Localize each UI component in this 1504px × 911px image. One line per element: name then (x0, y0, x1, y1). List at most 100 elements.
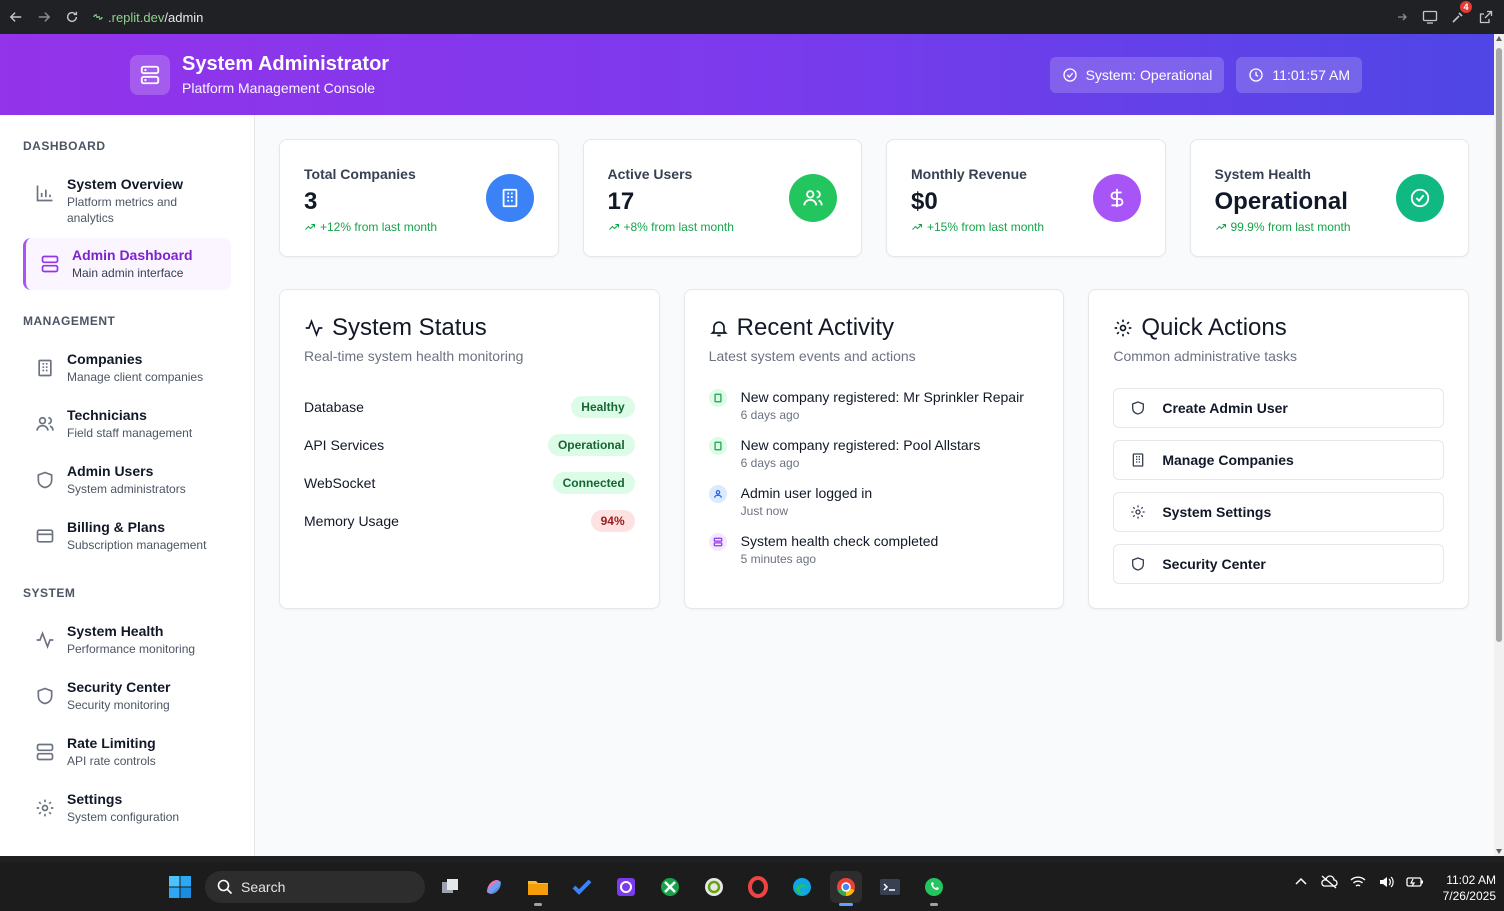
users-icon (35, 414, 55, 434)
trend-up-icon (305, 224, 315, 230)
dollar-icon (1092, 174, 1141, 222)
sidebar-item-companies[interactable]: Companies Manage client companies (23, 342, 231, 394)
scroll-up-icon[interactable] (1496, 36, 1502, 41)
server-icon (708, 533, 727, 551)
panel-subtitle: Real-time system health monitoring (304, 348, 524, 364)
manage-companies-button[interactable]: Manage Companies (1113, 440, 1444, 480)
stat-trend: +8% from last month (608, 220, 734, 234)
stat-trend-text: 99.9% from last month (1230, 220, 1351, 234)
sidebar-item-label: Technicians (67, 407, 147, 423)
task-view-icon[interactable] (434, 871, 466, 903)
whatsapp-icon[interactable] (918, 871, 950, 906)
create-admin-user-button[interactable]: Create Admin User (1113, 388, 1444, 428)
sidebar-item-label: Settings (67, 791, 123, 807)
activity-item: New company registered: Mr Sprinkler Rep… (708, 388, 1040, 422)
forward-icon[interactable] (30, 3, 58, 31)
status-label: WebSocket (304, 475, 376, 491)
sidebar-item-desc: Performance monitoring (67, 642, 196, 656)
onedrive-offline-icon[interactable] (1320, 875, 1338, 889)
status-row-websocket: WebSocket Connected (304, 464, 635, 502)
chevron-up-icon[interactable] (1294, 875, 1308, 889)
scroll-down-icon[interactable] (1496, 849, 1502, 854)
sidebar-item-label: Security Center (67, 679, 171, 695)
volume-icon[interactable] (1378, 875, 1394, 889)
stat-label: System Health (1214, 166, 1311, 182)
search-label: Search (241, 879, 286, 895)
gear-icon (1130, 504, 1146, 520)
stat-trend-text: +12% from last month (320, 220, 438, 234)
photos-app-icon[interactable] (610, 871, 642, 903)
sidebar-item-label: System Overview (67, 176, 183, 192)
status-row-memory: Memory Usage 94% (304, 502, 635, 540)
credit-card-icon (35, 526, 55, 546)
stat-value: 3 (304, 188, 318, 215)
xbox-icon[interactable] (654, 871, 686, 903)
battery-icon[interactable] (1406, 875, 1424, 889)
panel-subtitle: Latest system events and actions (708, 348, 916, 364)
scrollbar-thumb[interactable] (1496, 48, 1502, 642)
terminal-icon[interactable] (874, 871, 906, 903)
panel-title: Quick Actions (1113, 314, 1444, 342)
sidebar-section-title: MANAGEMENT (23, 314, 116, 328)
server-icon (35, 742, 55, 762)
button-label: Security Center (1162, 556, 1266, 572)
check-circle-icon (1396, 174, 1444, 222)
edge-icon[interactable] (786, 871, 818, 903)
sidebar-item-desc: API rate controls (67, 754, 156, 768)
cast-icon[interactable] (1416, 3, 1444, 31)
open-external-icon[interactable] (1472, 3, 1500, 31)
file-explorer-icon[interactable] (522, 871, 554, 906)
stat-card-users: Active Users 17 +8% from last month (582, 139, 862, 257)
sidebar-item-desc: Field staff management (67, 426, 193, 440)
main-content: Total Companies 3 +12% from last month A… (255, 115, 1494, 856)
todo-icon[interactable] (566, 871, 598, 903)
sidebar-section-title: SYSTEM (23, 586, 76, 600)
stats-row: Total Companies 3 +12% from last month A… (279, 139, 1469, 257)
sidebar-item-desc: System administrators (67, 482, 186, 496)
panel-subtitle: Common administrative tasks (1113, 348, 1297, 364)
stat-label: Monthly Revenue (911, 166, 1027, 182)
extension-badge: 4 (1460, 1, 1472, 13)
building-icon (708, 389, 727, 407)
chrome-icon[interactable] (830, 871, 862, 906)
activity-time: 5 minutes ago (740, 552, 817, 566)
security-center-button[interactable]: Security Center (1113, 544, 1444, 584)
back-icon[interactable] (2, 3, 30, 31)
sidebar-item-rate-limiting[interactable]: Rate Limiting API rate controls (23, 726, 231, 778)
sidebar-item-technicians[interactable]: Technicians Field staff management (23, 398, 231, 450)
site-info-icon[interactable] (92, 11, 106, 23)
sidebar-item-system-health[interactable]: System Health Performance monitoring (23, 614, 231, 666)
sidebar-item-settings[interactable]: Settings System configuration (23, 782, 231, 834)
sidebar-item-system-overview[interactable]: System Overview Platform metrics and anal… (23, 167, 231, 234)
sidebar-item-admin-users[interactable]: Admin Users System administrators (23, 454, 231, 506)
extension-icon[interactable]: 4 (1444, 1, 1472, 31)
app-window: System Administrator Platform Management… (0, 34, 1494, 856)
sidebar-item-admin-dashboard[interactable]: Admin Dashboard Main admin interface (23, 238, 231, 290)
activity-time: 6 days ago (740, 456, 800, 470)
taskbar-clock[interactable]: 11:02 AM 7/26/2025 (1443, 872, 1496, 904)
app-title: System Administrator (182, 53, 390, 75)
circle-app-icon[interactable] (698, 871, 730, 903)
address-bar[interactable]: .replit.dev/admin (92, 4, 1388, 30)
windows-start-icon[interactable] (168, 875, 192, 899)
system-status-pill: System: Operational (1049, 56, 1225, 93)
copilot-icon[interactable] (478, 871, 510, 903)
building-icon (708, 437, 727, 455)
opera-icon[interactable] (742, 871, 774, 903)
reload-icon[interactable] (58, 3, 86, 31)
shield-icon (1130, 556, 1146, 572)
sidebar-item-security-center[interactable]: Security Center Security monitoring (23, 670, 231, 722)
taskbar-search[interactable]: Search (205, 871, 425, 903)
building-icon (485, 174, 534, 222)
trend-up-icon (608, 224, 619, 230)
status-badge: Connected (552, 472, 635, 494)
search-icon (217, 879, 233, 895)
button-label: System Settings (1162, 504, 1272, 520)
send-icon[interactable] (1388, 3, 1416, 31)
system-settings-button[interactable]: System Settings (1113, 492, 1444, 532)
activity-title: New company registered: Pool Allstars (740, 437, 981, 453)
sidebar: DASHBOARD System Overview Platform metric… (0, 115, 255, 856)
sidebar-item-billing[interactable]: Billing & Plans Subscription management (23, 510, 231, 562)
page-scrollbar[interactable] (1494, 34, 1504, 856)
wifi-icon[interactable] (1350, 875, 1366, 889)
